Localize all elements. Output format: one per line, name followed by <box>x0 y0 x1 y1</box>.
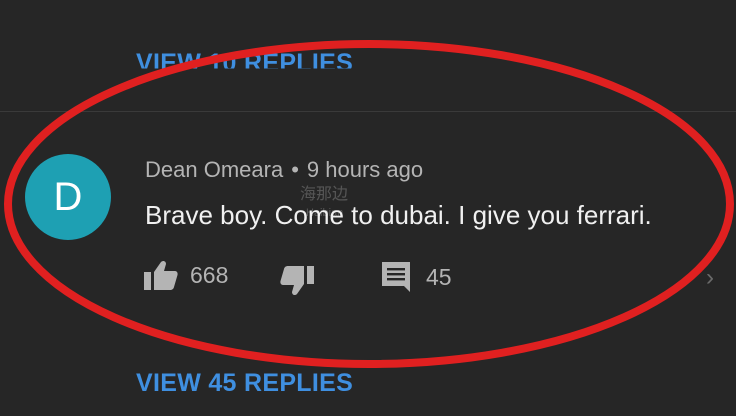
thumbs-down-icon <box>280 266 314 296</box>
divider <box>0 111 736 112</box>
reply-count: 45 <box>426 263 452 290</box>
comment-text: Brave boy. Come to dubai. I give you fer… <box>145 200 652 230</box>
like-count: 668 <box>190 261 229 288</box>
meta-separator: • <box>291 157 299 182</box>
dislike-button[interactable] <box>280 266 314 296</box>
reply-button[interactable]: 45 <box>382 262 452 292</box>
watermark: 海那边 Haibian <box>300 186 348 222</box>
timestamp: 9 hours ago <box>306 157 424 182</box>
comment-meta: Dean Omeara • 9 hours ago <box>145 155 423 185</box>
view-replies-link[interactable]: VIEW 45 REPLIES <box>136 366 353 400</box>
view-replies-link-previous[interactable]: VIEW 10 REPLIES <box>136 46 353 68</box>
like-button[interactable]: 668 <box>144 260 228 290</box>
chevron-right-icon[interactable]: › <box>706 264 714 292</box>
author-name[interactable]: Dean Omeara <box>145 157 283 182</box>
comment-icon <box>382 262 410 292</box>
watermark-text: 海那边 <box>300 186 349 203</box>
avatar[interactable]: D <box>25 154 111 240</box>
watermark-subtext: Haibian <box>306 207 344 219</box>
thumbs-up-icon <box>144 260 178 290</box>
